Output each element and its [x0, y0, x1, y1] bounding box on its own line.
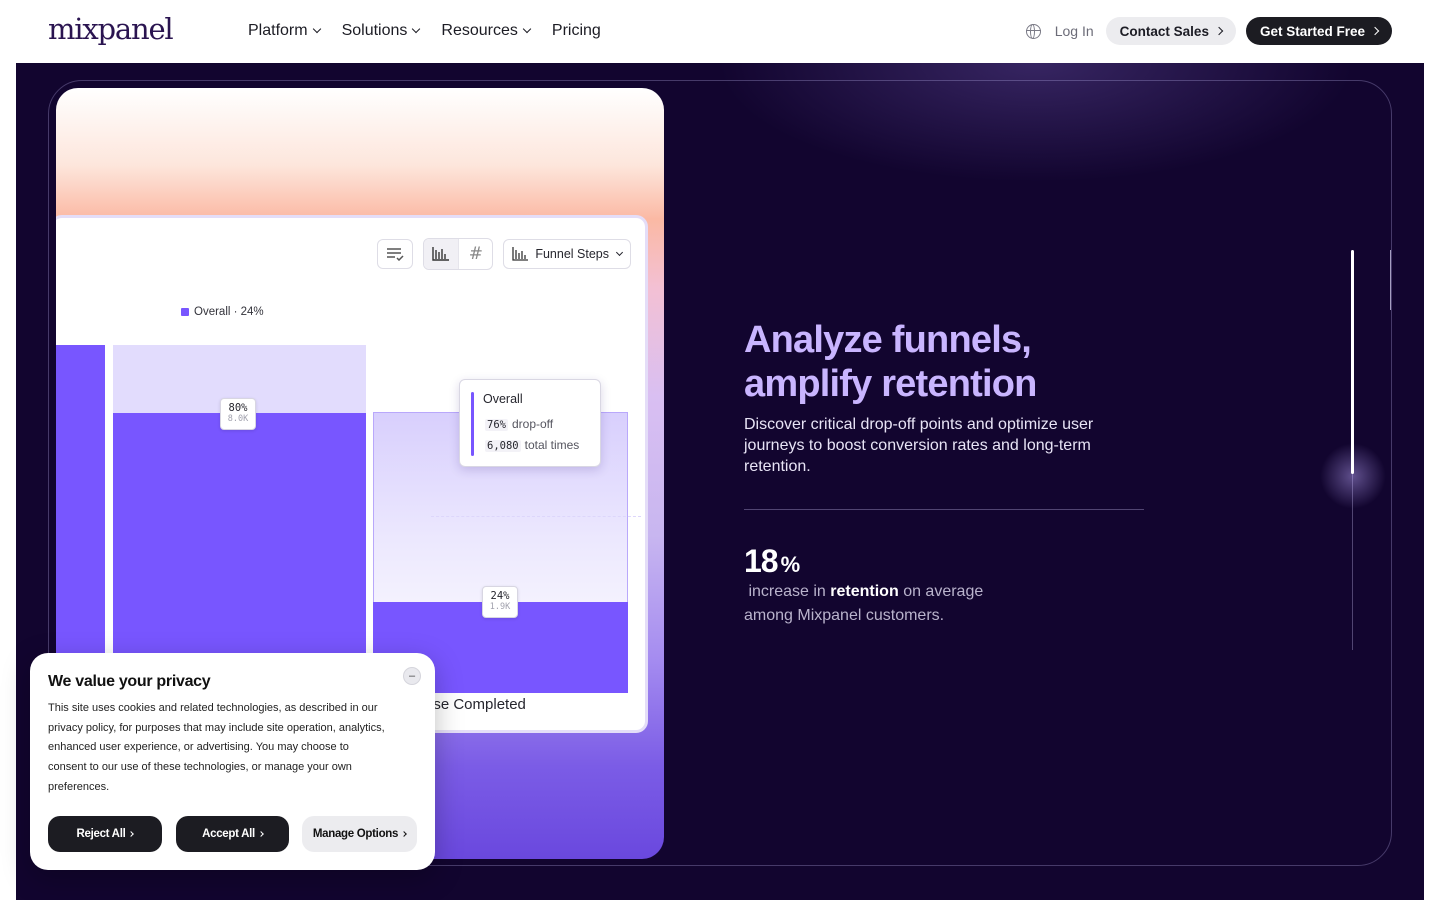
funnel-bar-step-2[interactable]	[113, 413, 366, 693]
funnel-steps-label: Funnel Steps	[535, 247, 609, 261]
main-menu: Platform Solutions Resources Pricing	[248, 20, 623, 42]
tooltip-dropoff-row: 76% drop-off	[485, 417, 553, 431]
chevron-right-icon	[401, 831, 407, 837]
chevron-right-icon	[1214, 26, 1224, 36]
funnel-bar-step-1[interactable]	[56, 345, 105, 693]
section-scroll-thumb[interactable]	[1351, 250, 1354, 474]
manage-options-button[interactable]: Manage Options	[302, 816, 417, 852]
tooltip-accent	[471, 392, 474, 456]
legend-label: Overall · 24%	[194, 306, 264, 318]
bar-value-count: 8.0K	[227, 414, 249, 424]
chevron-down-icon	[615, 248, 624, 257]
tooltip-total-value: 6,080	[485, 440, 521, 452]
tooltip-dropoff-label: drop-off	[511, 417, 554, 431]
contact-sales-label: Contact Sales	[1119, 23, 1209, 39]
bar-chart-icon	[432, 247, 450, 261]
number-view-button[interactable]: #	[458, 239, 492, 269]
tooltip-total-label: total times	[524, 438, 580, 452]
menu-solutions-label: Solutions	[341, 22, 408, 39]
chevron-right-icon	[128, 831, 135, 837]
reject-all-label: Reject All	[76, 828, 126, 840]
get-started-label: Get Started Free	[1259, 23, 1365, 39]
menu-resources-label: Resources	[441, 22, 518, 39]
chart-tooltip: Overall 76% drop-off 6,080 total times	[459, 379, 601, 467]
cookie-body: This site uses cookies and related techn…	[48, 702, 385, 793]
tooltip-dropoff-value: 76%	[485, 419, 508, 431]
chart-legend: Overall · 24%	[181, 306, 264, 318]
globe-icon[interactable]	[1025, 23, 1041, 39]
top-nav: mixpanel Platform Solutions Resources Pr…	[0, 0, 1440, 63]
chevron-down-icon	[312, 24, 321, 34]
chevron-right-icon	[1370, 26, 1380, 36]
bar-value-percent: 80%	[228, 402, 248, 414]
accept-all-button[interactable]: Accept All	[176, 816, 289, 852]
reject-all-button[interactable]: Reject All	[48, 816, 162, 852]
stat-bold: retention	[830, 583, 899, 600]
stat-pre: increase in	[748, 583, 826, 600]
legend-swatch	[181, 308, 189, 316]
nav-actions: Log In Contact Sales Get Started Free	[1025, 17, 1392, 45]
frame-edge-highlight	[1390, 250, 1391, 310]
bar-value-percent: 24%	[490, 590, 510, 602]
sort-icon	[387, 248, 404, 261]
hero-title-line-1: Analyze funnels,	[744, 319, 1032, 361]
bar-view-button[interactable]	[424, 239, 459, 269]
menu-solutions[interactable]: Solutions	[341, 20, 421, 42]
accept-all-label: Accept All	[202, 828, 255, 840]
login-link[interactable]: Log In	[1055, 23, 1094, 39]
cookie-title: We value your privacy	[48, 673, 211, 690]
menu-pricing-label: Pricing	[551, 22, 601, 39]
menu-platform[interactable]: Platform	[248, 20, 321, 42]
bar-value-label: 80% 8.0K	[220, 398, 256, 430]
cookie-banner: We value your privacy – This site uses c…	[30, 653, 435, 870]
manage-options-label: Manage Options	[312, 828, 399, 840]
contact-sales-button[interactable]: Contact Sales	[1105, 17, 1236, 45]
stat-number: 18	[744, 543, 779, 579]
hero-divider	[744, 509, 1144, 510]
tooltip-title: Overall	[483, 392, 523, 406]
chevron-down-icon	[522, 24, 532, 34]
get-started-button[interactable]: Get Started Free	[1245, 17, 1392, 45]
bar-value-count: 1.9K	[489, 602, 511, 612]
chevron-down-icon	[412, 24, 421, 34]
funnel-step-label: ase Completed	[425, 696, 526, 713]
cookie-minimize-button[interactable]: –	[403, 667, 421, 685]
sort-button[interactable]	[377, 239, 414, 269]
menu-platform-label: Platform	[248, 22, 308, 39]
hash-icon: #	[468, 244, 483, 264]
stat-figure: 18%	[744, 543, 800, 580]
menu-pricing[interactable]: Pricing	[552, 20, 601, 42]
hero-title-line-2: amplify retention	[744, 363, 1037, 405]
bar-value-label: 24% 1.9K	[482, 586, 518, 618]
funnel-steps-select[interactable]: Funnel Steps	[503, 239, 631, 269]
bar-chart-icon	[512, 247, 529, 261]
view-toggle: #	[423, 238, 494, 270]
hero-subtitle: Discover critical drop-off points and op…	[744, 416, 1094, 475]
menu-resources[interactable]: Resources	[441, 20, 532, 42]
mixpanel-logo[interactable]: mixpanel	[48, 12, 174, 46]
tooltip-total-row: 6,080 total times	[485, 438, 579, 452]
chart-toolbar: # Funnel Steps	[377, 238, 631, 270]
chevron-right-icon	[258, 831, 264, 837]
stat-description: increase in retention on average among M…	[744, 580, 1024, 628]
grid-line	[431, 516, 641, 517]
hero-title: Analyze funnels, amplify retention	[744, 318, 1037, 406]
stat-unit: %	[780, 552, 801, 577]
